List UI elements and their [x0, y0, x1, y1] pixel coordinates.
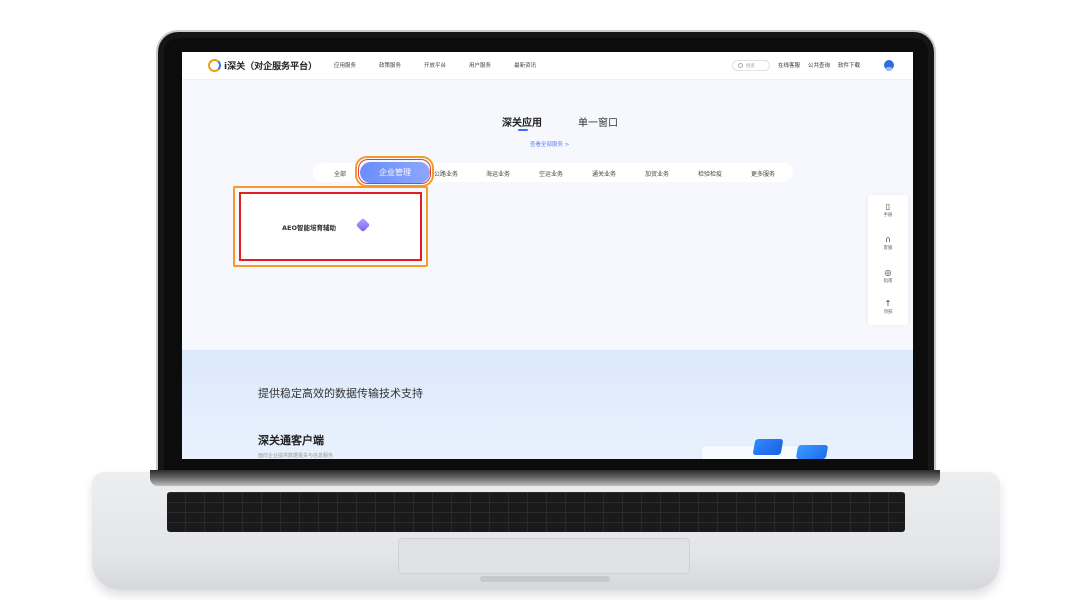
search-placeholder: 搜索 [746, 63, 755, 69]
link-online-service[interactable]: 在线客服 [778, 61, 800, 69]
tool-back-to-top[interactable]: ↑ 顶部 [868, 299, 908, 315]
avatar[interactable] [884, 60, 894, 71]
link-software-download[interactable]: 软件下载 [838, 61, 860, 69]
tab-single-window[interactable]: 单一窗口 [578, 114, 618, 129]
category-processing-trade[interactable]: 加贸业务 [645, 169, 669, 178]
tool-guide[interactable]: ◎ 指南 [868, 268, 908, 284]
category-road[interactable]: 公路业务 [434, 169, 458, 178]
category-all[interactable]: 全部 [334, 169, 346, 178]
main-nav: 应用服务 政策服务 开放平台 用户服务 最新资讯 [334, 61, 559, 69]
tool-manual-label: 手册 [883, 213, 893, 218]
search-input[interactable]: 搜索 [732, 60, 770, 71]
logo-text: i深关（对企服务平台） [224, 62, 318, 72]
promo-slogan: 提供稳定高效的数据传输技术支持 [258, 387, 423, 400]
nav-item-news[interactable]: 最新资讯 [514, 61, 536, 69]
nav-item-open-platform[interactable]: 开放平台 [424, 61, 446, 69]
client-subtitle: 面向企业提供数据报关与信息服务 [258, 453, 334, 459]
tool-guide-label: 指南 [883, 279, 893, 284]
top-bar: i深关（对企服务平台） 应用服务 政策服务 开放平台 用户服务 最新资讯 搜索 … [182, 52, 913, 80]
tab-active-indicator [518, 129, 528, 131]
view-all-services-link[interactable]: 查看全部服务 > [530, 140, 569, 148]
laptop-trackpad [398, 538, 690, 574]
compass-icon: ◎ [884, 268, 892, 277]
screen: i深关（对企服务平台） 应用服务 政策服务 开放平台 用户服务 最新资讯 搜索 … [182, 52, 913, 459]
logo-icon [208, 59, 221, 72]
category-air[interactable]: 空运业务 [539, 169, 563, 178]
tool-service-label: 客服 [883, 246, 893, 251]
tab-shenguan-app[interactable]: 深关应用 [502, 114, 542, 129]
search-icon [738, 63, 743, 68]
promo-illustration-cube [752, 439, 784, 455]
nav-item-user-service[interactable]: 用户服务 [469, 61, 491, 69]
header-links: 在线客服 公共查询 软件下载 [778, 61, 868, 69]
link-public-query[interactable]: 公共查询 [808, 61, 830, 69]
category-inspection[interactable]: 检验检疫 [698, 169, 722, 178]
tool-top-label: 顶部 [883, 310, 893, 315]
service-card-title: AEO智能培育辅助 [282, 224, 336, 232]
site-logo[interactable]: i深关（对企服务平台） [208, 59, 317, 72]
laptop-front-notch [480, 576, 610, 582]
promo-illustration-cube-2 [795, 445, 829, 459]
nav-item-app-service[interactable]: 应用服务 [334, 61, 356, 69]
category-sea[interactable]: 海运业务 [486, 169, 510, 178]
headset-icon: ∩ [885, 235, 891, 244]
tool-service[interactable]: ∩ 客服 [868, 235, 908, 251]
laptop-hinge [150, 470, 940, 486]
tool-manual[interactable]: ▯ 手册 [868, 202, 908, 218]
client-title: 深关通客户端 [258, 434, 324, 447]
category-customs[interactable]: 通关业务 [592, 169, 616, 178]
side-toolbar: ▯ 手册 ∩ 客服 ◎ 指南 ↑ 顶部 [868, 195, 908, 325]
category-highlight-inner [358, 159, 431, 184]
category-more[interactable]: 更多服务 [751, 169, 775, 178]
bookmark-icon: ▯ [885, 202, 891, 211]
arrow-up-icon: ↑ [884, 299, 892, 308]
nav-item-policy-service[interactable]: 政策服务 [379, 61, 401, 69]
stage: i深关（对企服务平台） 应用服务 政策服务 开放平台 用户服务 最新资讯 搜索 … [0, 0, 1080, 600]
laptop-keyboard [167, 492, 905, 532]
